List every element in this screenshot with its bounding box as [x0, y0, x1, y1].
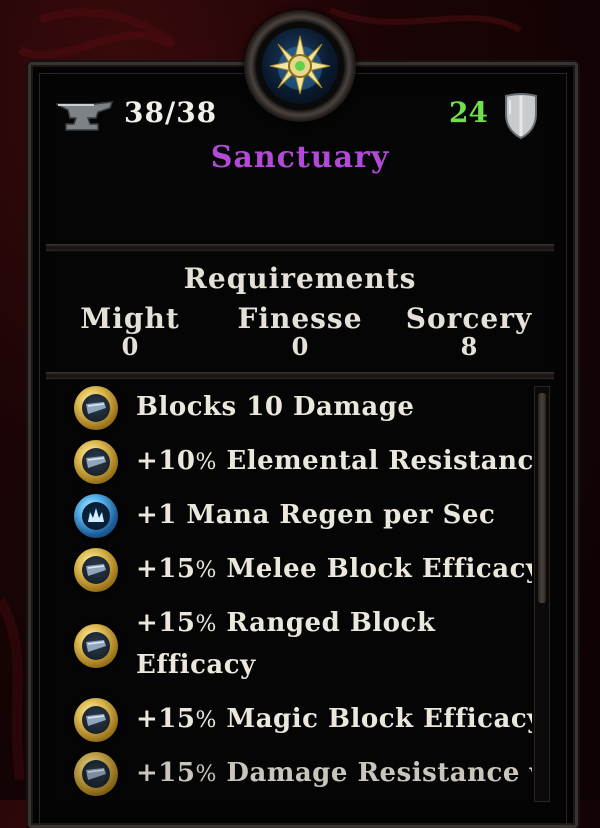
shield-block-icon	[74, 440, 118, 484]
bonus-list[interactable]: Blocks 10 Damage +10% Elemental Resistan…	[46, 384, 532, 800]
bonus-value: +15	[136, 704, 196, 734]
anvil-icon	[55, 101, 114, 131]
bonus-value: +15	[136, 608, 196, 638]
list-item: +1 Mana Regen per Sec	[46, 494, 526, 538]
armor-value: 24	[449, 96, 488, 129]
stat-value: 0	[121, 332, 139, 361]
bonus-text: Ranged Block	[216, 608, 436, 638]
requirement-finesse: Finesse 0	[230, 302, 370, 359]
percent-sign: %	[195, 708, 217, 733]
bonus-text: Elemental Resistance	[216, 446, 532, 476]
scrollbar-thumb[interactable]	[538, 393, 546, 603]
stat-name: Sorcery	[405, 302, 533, 335]
durability-value: 38/38	[124, 96, 218, 129]
requirements-title: Requirements	[183, 262, 417, 295]
section-divider	[46, 372, 554, 380]
percent-sign: %	[195, 612, 217, 637]
stat-value: 0	[291, 332, 309, 361]
percent-sign: %	[195, 450, 217, 475]
bonus-value: +10	[136, 446, 196, 476]
shield-block-icon	[74, 752, 118, 796]
bonus-value: +15	[136, 758, 196, 788]
shield-block-icon	[74, 624, 118, 668]
list-item: +10% Elemental Resistance	[46, 440, 532, 484]
bonus-text-continued: Efficacy	[136, 650, 256, 680]
scrollbar[interactable]	[534, 386, 550, 802]
item-medallion	[244, 10, 356, 122]
bonus-text: Melee Block Efficacy	[216, 554, 532, 584]
mana-regen-icon	[74, 494, 118, 538]
requirement-might: Might 0	[70, 302, 190, 359]
list-item: +15% Melee Block Efficacy	[46, 548, 532, 592]
bonus-text: Damage Resistance vs	[216, 758, 532, 788]
sanctuary-item-icon	[262, 28, 338, 104]
item-name: Sanctuary	[210, 140, 390, 175]
percent-sign: %	[195, 558, 217, 583]
section-divider	[46, 244, 554, 252]
list-item: +15% Ranged Block Efficacy	[46, 602, 526, 688]
requirement-sorcery: Sorcery 8	[398, 302, 540, 359]
list-item: Blocks 10 Damage	[46, 386, 526, 430]
shield-icon	[505, 93, 537, 140]
stat-value: 8	[460, 332, 478, 361]
shield-block-icon	[74, 698, 118, 742]
bonus-text: Blocks 10 Damage	[136, 392, 415, 422]
shield-block-icon	[74, 386, 118, 430]
percent-sign: %	[195, 762, 217, 787]
bonus-text: +1 Mana Regen per Sec	[136, 500, 496, 530]
list-item: +15% Damage Resistance vs	[46, 752, 532, 796]
shield-block-icon	[74, 548, 118, 592]
bonus-text: Magic Block Efficacy	[216, 704, 532, 734]
list-item: +15% Magic Block Efficacy	[46, 698, 532, 742]
stat-name: Finesse	[237, 302, 363, 335]
bonus-value: +15	[136, 554, 196, 584]
stat-name: Might	[80, 302, 180, 335]
